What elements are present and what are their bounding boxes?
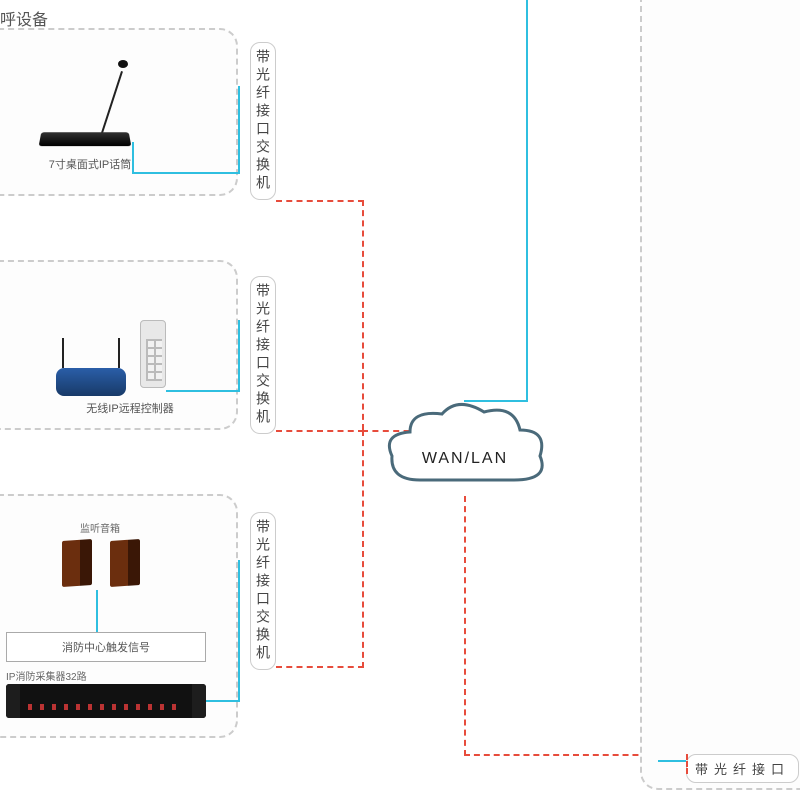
speaker-right-icon [110,539,140,587]
fire-signal-box: 消防中心触发信号 [6,632,206,662]
speaker-label: 监听音箱 [60,520,140,535]
speaker-left-icon [62,539,92,587]
router-icon [56,368,126,396]
switch-label-1: 带光纤接口交换机 [250,42,276,200]
fire-collector-label: IP消防采集器32路 [6,668,126,683]
cloud-icon: WAN/LAN [380,400,550,500]
section-title: 呼设备 [0,6,48,30]
cloud-label: WAN/LAN [380,450,550,468]
remote-icon [140,320,166,388]
fire-collector-icon [6,684,206,718]
switch-label-2: 带光纤接口交换机 [250,276,276,434]
group-right [640,0,800,790]
switch-label-3: 带光纤接口交换机 [250,512,276,670]
wireless-label: 无线IP远程控制器 [70,400,190,416]
bottom-switch-label: 带光纤接口 [686,754,799,783]
ip-mic-icon [40,130,130,148]
